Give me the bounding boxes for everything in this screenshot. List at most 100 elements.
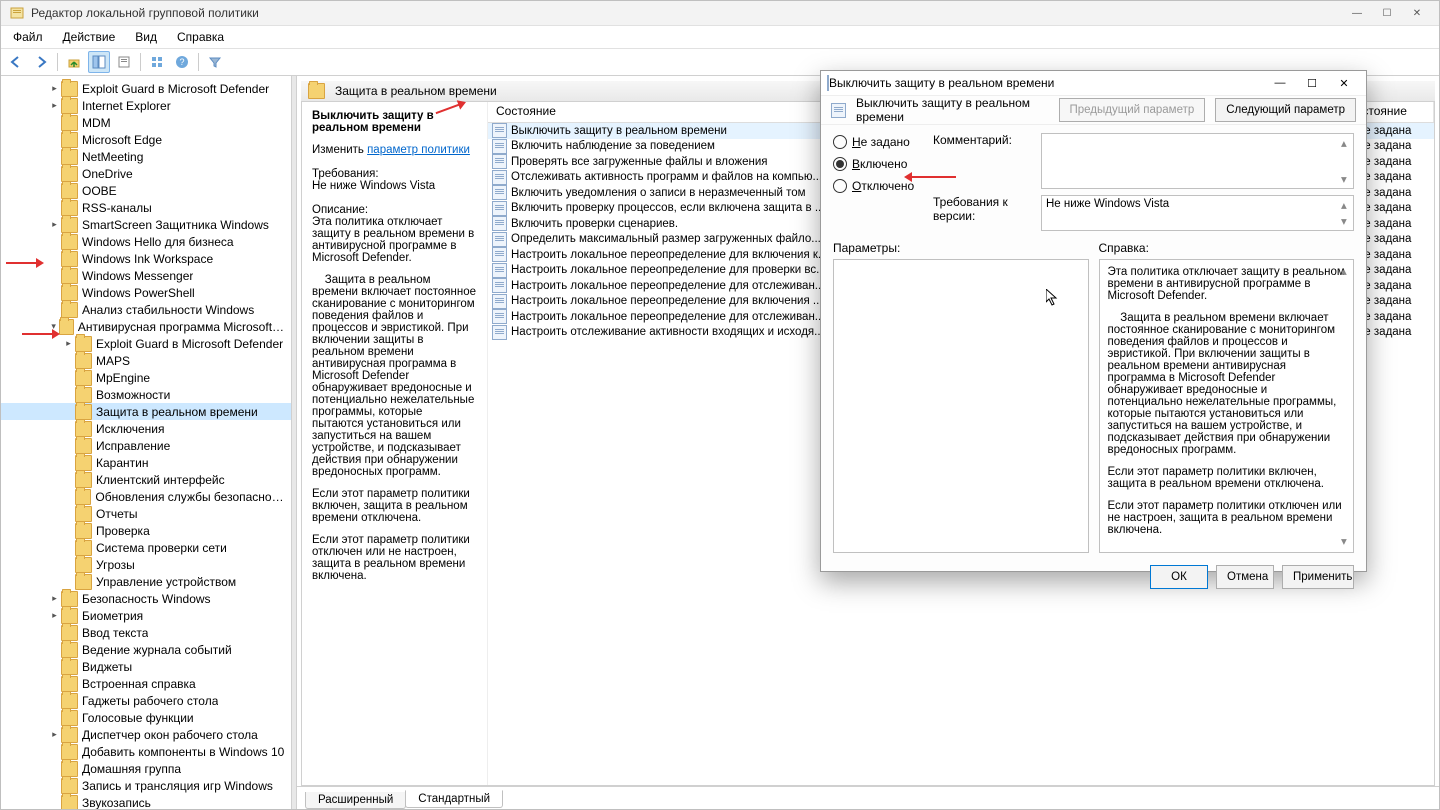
tree-item[interactable]: Звукозапись [1,794,291,809]
tree-item[interactable]: Клиентский интерфейс [1,471,291,488]
ok-button[interactable]: ОК [1150,565,1208,589]
setting-state: Не задана [1356,156,1434,168]
toolbar-forward-icon[interactable] [30,51,52,73]
tree-item[interactable]: Исключения [1,420,291,437]
tree-label: Internet Explorer [82,99,171,113]
dialog-maximize-icon[interactable]: ☐ [1296,71,1328,95]
tree-item[interactable]: MpEngine [1,369,291,386]
toolbar-refresh-icon[interactable] [146,51,168,73]
tree-item[interactable]: Система проверки сети [1,539,291,556]
tree-item[interactable]: Управление устройством [1,573,291,590]
tree-item[interactable]: Проверка [1,522,291,539]
expander-icon[interactable]: ▸ [49,729,60,740]
tree-item[interactable]: Ведение журнала событий [1,641,291,658]
setting-state: Не задана [1356,295,1434,307]
tree-item[interactable]: Отчеты [1,505,291,522]
tree-item[interactable]: Windows PowerShell [1,284,291,301]
tree-label: Отчеты [96,507,137,521]
toolbar-up-icon[interactable] [63,51,85,73]
setting-name: Выключить защиту в реальном времени [511,125,727,137]
tab-extended[interactable]: Расширенный [305,792,406,809]
menu-file[interactable]: Файл [5,28,51,46]
tree-item[interactable]: Исправление [1,437,291,454]
dialog-close-icon[interactable]: ✕ [1328,71,1360,95]
expander-icon[interactable]: ▸ [49,593,60,604]
radio-enabled[interactable]: Включено [833,157,933,171]
tree-item[interactable]: MDM [1,114,291,131]
menu-help[interactable]: Справка [169,28,232,46]
policy-icon [831,103,846,118]
tree-item[interactable]: Запись и трансляция игр Windows [1,777,291,794]
options-box[interactable] [833,259,1089,553]
tree-item[interactable]: Windows Messenger [1,267,291,284]
dialog-minimize-icon[interactable]: — [1264,71,1296,95]
toolbar-prop-icon[interactable] [113,51,135,73]
tree-item[interactable]: ▸ Exploit Guard в Microsoft Defender [1,80,291,97]
menu-action[interactable]: Действие [55,28,124,46]
tree-item[interactable]: Угрозы [1,556,291,573]
minimize-button[interactable]: — [1343,4,1371,22]
tree-item[interactable]: Ввод текста [1,624,291,641]
dialog-titlebar[interactable]: Выключить защиту в реальном времени — ☐ … [821,71,1366,96]
expander-icon[interactable]: ▸ [49,83,60,94]
expander-icon[interactable]: ▸ [49,610,60,621]
tree-item[interactable]: NetMeeting [1,148,291,165]
tree-item[interactable]: Windows Hello для бизнеса [1,233,291,250]
radio-disabled[interactable]: Отключено [833,179,933,193]
expander-icon[interactable]: ▸ [49,100,60,111]
tree-item[interactable]: Добавить компоненты в Windows 10 [1,743,291,760]
setting-icon [492,154,507,169]
toolbar-help-icon[interactable]: ? [171,51,193,73]
tree-item[interactable]: RSS-каналы [1,199,291,216]
tree-item[interactable]: ▸ Internet Explorer [1,97,291,114]
expander-icon[interactable]: ▸ [49,219,60,230]
tree-item[interactable]: OneDrive [1,165,291,182]
toolbar-showhide-tree-icon[interactable] [88,51,110,73]
prev-setting-button[interactable]: Предыдущий параметр [1059,98,1206,122]
svg-text:?: ? [179,57,184,67]
folder-icon [61,659,78,675]
folder-icon [61,625,78,641]
toolbar-back-icon[interactable] [5,51,27,73]
setting-icon [492,216,507,231]
cancel-button[interactable]: Отмена [1216,565,1274,589]
tab-standard[interactable]: Стандартный [405,790,503,808]
tree-item[interactable]: ▸SmartScreen Защитника Windows [1,216,291,233]
tree-pane[interactable]: ▸Exploit Guard в Microsoft Defender▸Inte… [1,76,291,809]
tree-item[interactable]: Домашняя группа [1,760,291,777]
setting-icon [492,309,507,324]
tree-item[interactable]: ▸Безопасность Windows [1,590,291,607]
edit-policy-link[interactable]: параметр политики [367,144,470,156]
radio-not-configured[interactable]: Не задано [833,135,933,149]
toolbar-filter-icon[interactable] [204,51,226,73]
tree-item[interactable]: Встроенная справка [1,675,291,692]
tree-item[interactable]: Microsoft Edge [1,131,291,148]
tree-item[interactable]: Виджеты [1,658,291,675]
expander-icon[interactable]: ▸ [63,338,74,349]
tree-item[interactable]: Возможности [1,386,291,403]
tree-item[interactable]: Карантин [1,454,291,471]
tree-item[interactable]: Анализ стабильности Windows [1,301,291,318]
tree-label: Управление устройством [96,575,236,589]
next-setting-button[interactable]: Следующий параметр [1215,98,1356,122]
menu-view[interactable]: Вид [127,28,165,46]
tree-label: Исправление [96,439,170,453]
maximize-button[interactable]: ☐ [1373,4,1401,22]
setting-name: Определить максимальный размер загруженн… [511,233,821,245]
tree-label: Exploit Guard в Microsoft Defender [82,82,269,96]
apply-button[interactable]: Применить [1282,565,1354,589]
tree-item[interactable]: Защита в реальном времени [1,403,291,420]
folder-icon [75,472,92,488]
close-button[interactable]: ✕ [1403,4,1431,22]
tree-item[interactable]: Гаджеты рабочего стола [1,692,291,709]
tree-item[interactable]: OOBE [1,182,291,199]
tree-item[interactable]: Голосовые функции [1,709,291,726]
annotation-arrow [906,176,956,178]
tree-item[interactable]: ▸Диспетчер окон рабочего стола [1,726,291,743]
comment-textarea[interactable]: ▴▾ [1041,133,1354,189]
tree-item[interactable]: MAPS [1,352,291,369]
supported-on-box: Не ниже Windows Vista ▴▾ [1041,195,1354,231]
tree-item[interactable]: ▸Биометрия [1,607,291,624]
tree-item[interactable]: Обновления службы безопасности [1,488,291,505]
tree-item[interactable]: ▸Exploit Guard в Microsoft Defender [1,335,291,352]
